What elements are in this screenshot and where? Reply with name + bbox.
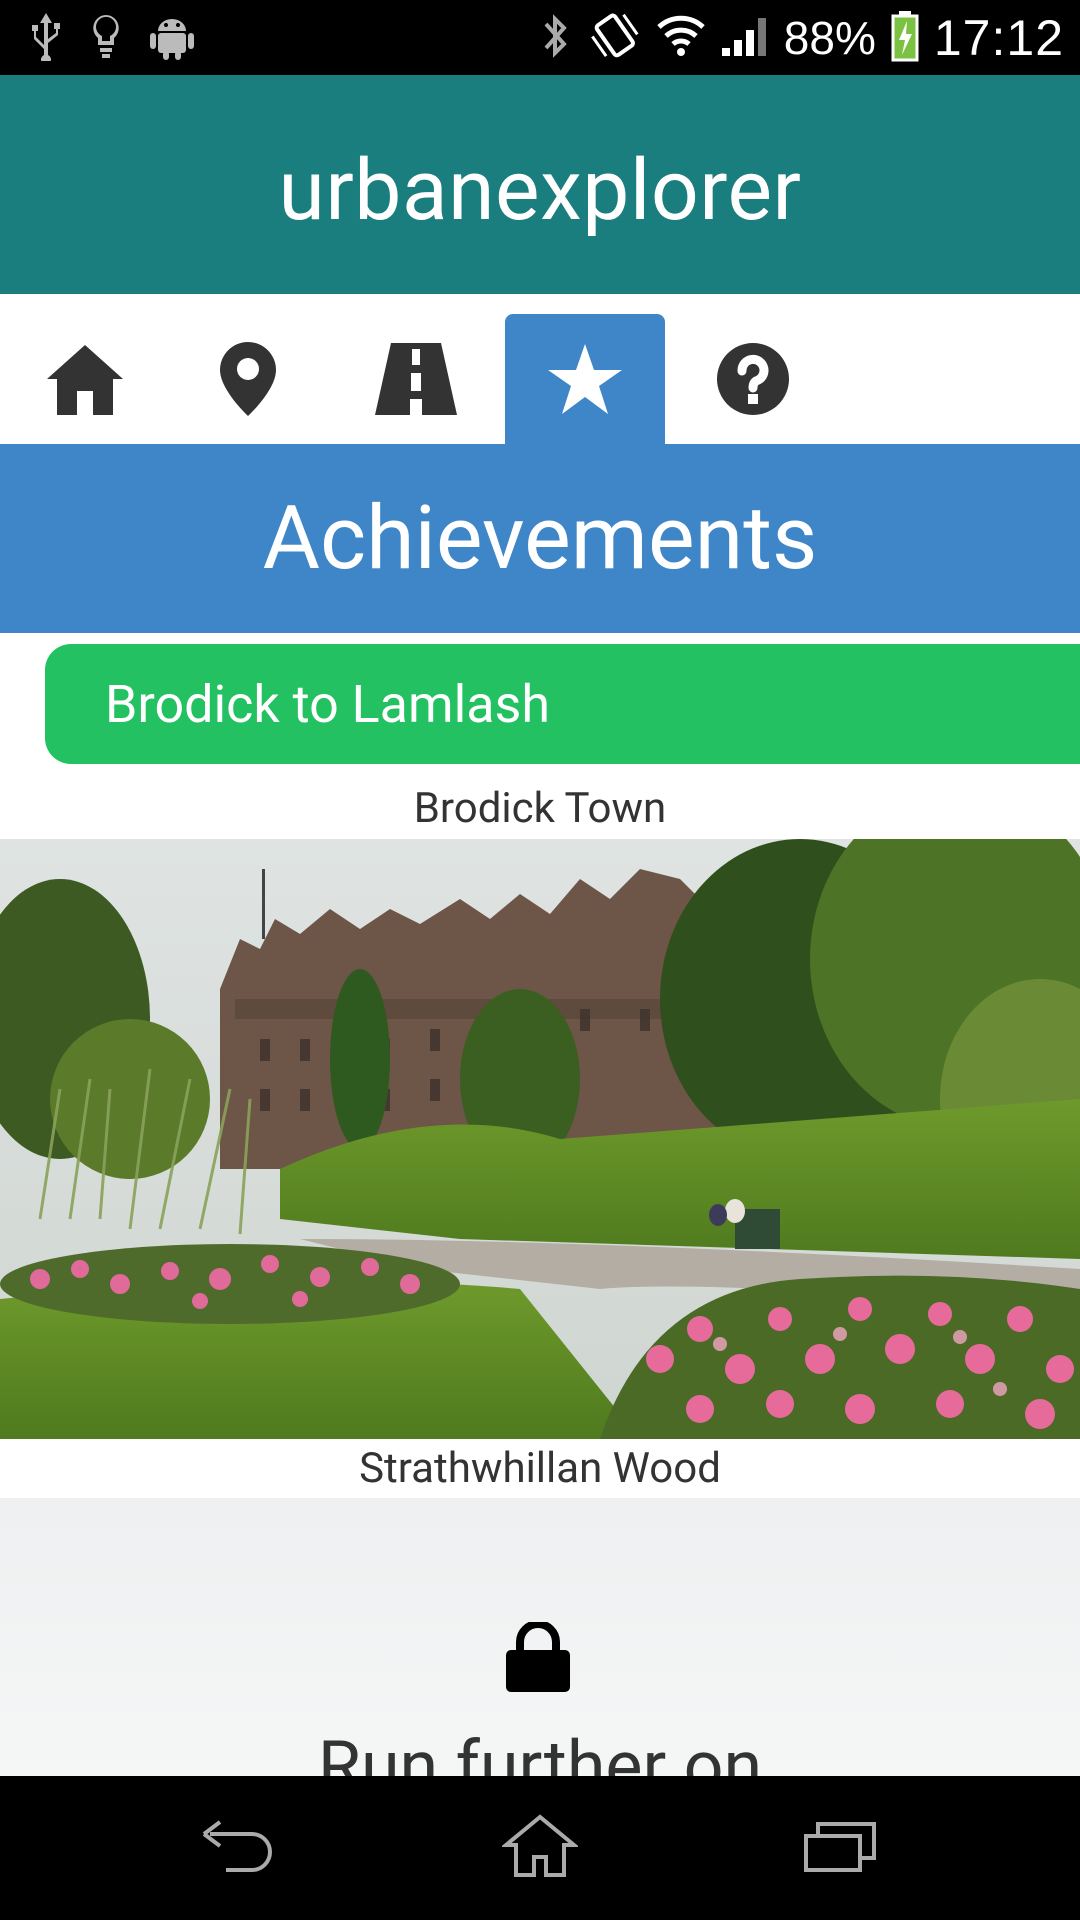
recents-button[interactable] bbox=[785, 1806, 895, 1890]
app-title: urbanexplorer bbox=[278, 141, 802, 240]
vibrate-icon bbox=[586, 10, 642, 66]
lock-icon bbox=[504, 1620, 572, 1698]
battery-percent: 88% bbox=[783, 11, 876, 64]
status-bar: 88% 17:12 bbox=[0, 0, 1080, 75]
help-icon bbox=[715, 341, 791, 417]
app-header: urbanexplorer bbox=[0, 75, 1080, 294]
usb-icon bbox=[28, 11, 64, 65]
achievement-title: Strathwhillan Wood bbox=[359, 1444, 721, 1493]
tab-map[interactable] bbox=[168, 314, 328, 444]
back-icon bbox=[200, 1816, 280, 1880]
home-button[interactable] bbox=[485, 1806, 595, 1890]
clock: 17:12 bbox=[933, 9, 1064, 66]
route-item[interactable]: Brodick to Lamlash bbox=[45, 644, 1080, 764]
android-icon bbox=[148, 11, 196, 65]
tab-route[interactable] bbox=[336, 314, 496, 444]
tab-bar bbox=[0, 294, 1080, 444]
home-icon bbox=[45, 341, 125, 417]
wifi-icon bbox=[656, 13, 706, 63]
tab-help[interactable] bbox=[673, 314, 833, 444]
achievement-title: Brodick Town bbox=[413, 784, 667, 833]
castle-garden-photo bbox=[0, 839, 1080, 1439]
tab-home[interactable] bbox=[5, 314, 165, 444]
system-nav-bar bbox=[0, 1776, 1080, 1920]
locked-achievement-card: Run further on bbox=[0, 1498, 1080, 1776]
bluetooth-icon bbox=[538, 10, 572, 66]
section-title: Achievements bbox=[262, 487, 818, 590]
section-header: Achievements bbox=[0, 444, 1080, 633]
road-icon bbox=[373, 341, 459, 417]
battery-charging-icon bbox=[890, 9, 920, 67]
signal-icon bbox=[720, 14, 770, 62]
recents-icon bbox=[802, 1818, 878, 1878]
map-pin-icon bbox=[218, 340, 278, 418]
route-label: Brodick to Lamlash bbox=[105, 673, 550, 735]
tab-achievements[interactable] bbox=[505, 314, 665, 444]
back-button[interactable] bbox=[185, 1806, 295, 1890]
home-outline-icon bbox=[500, 1813, 580, 1883]
lightbulb-icon bbox=[88, 11, 124, 65]
star-icon bbox=[546, 342, 624, 416]
locked-message: Run further on bbox=[317, 1726, 763, 1776]
